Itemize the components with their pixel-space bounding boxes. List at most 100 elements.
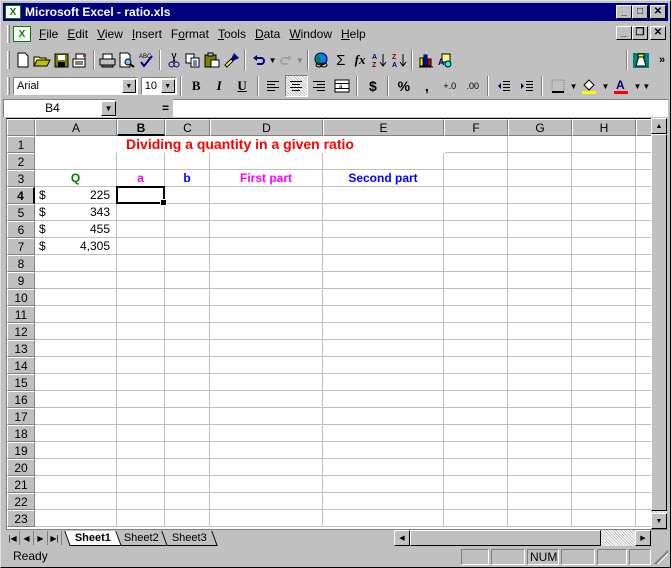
- row-header-7[interactable]: 7: [7, 238, 35, 255]
- save-icon[interactable]: [51, 49, 70, 71]
- toolbar-grip[interactable]: [7, 77, 10, 95]
- cell-f9[interactable]: [444, 272, 508, 289]
- row-header-22[interactable]: 22: [7, 493, 35, 510]
- cell-d21[interactable]: [210, 476, 323, 493]
- cell-d22[interactable]: [210, 493, 323, 510]
- cell-g21[interactable]: [508, 476, 572, 493]
- decrease-decimal-button[interactable]: .00: [461, 75, 484, 97]
- maximize-button[interactable]: □: [632, 5, 648, 19]
- undo-icon[interactable]: [249, 49, 268, 71]
- align-right-icon[interactable]: [308, 75, 331, 97]
- edit-formula-button[interactable]: =: [116, 99, 173, 117]
- cell-i2[interactable]: [636, 153, 651, 170]
- cell-h21[interactable]: [572, 476, 636, 493]
- menu-format[interactable]: Format: [167, 25, 213, 43]
- toolbar-grip[interactable]: [7, 51, 10, 69]
- cell-g15[interactable]: [508, 374, 572, 391]
- cell-c12[interactable]: [165, 323, 210, 340]
- cell-e12[interactable]: [323, 323, 444, 340]
- cell-i3[interactable]: [636, 170, 651, 187]
- cell-b14[interactable]: [117, 357, 165, 374]
- row-header-19[interactable]: 19: [7, 442, 35, 459]
- currency-style-button[interactable]: $: [361, 75, 384, 97]
- cell-a3[interactable]: Q: [35, 170, 117, 187]
- cell-g12[interactable]: [508, 323, 572, 340]
- cell-f10[interactable]: [444, 289, 508, 306]
- cell-i12[interactable]: [636, 323, 651, 340]
- cell-f18[interactable]: [444, 425, 508, 442]
- cell-i14[interactable]: [636, 357, 651, 374]
- cell-g5[interactable]: [508, 204, 572, 221]
- font-color-icon[interactable]: A: [610, 75, 633, 97]
- cell-a13[interactable]: [35, 340, 117, 357]
- cell-h22[interactable]: [572, 493, 636, 510]
- cell-a7[interactable]: $4,305: [35, 238, 117, 255]
- cell-f21[interactable]: [444, 476, 508, 493]
- cell-i10[interactable]: [636, 289, 651, 306]
- cell-e22[interactable]: [323, 493, 444, 510]
- cell-i15[interactable]: [636, 374, 651, 391]
- italic-button[interactable]: I: [208, 75, 231, 97]
- hyperlink-icon[interactable]: [312, 49, 331, 71]
- sort-ascending-icon[interactable]: AZ: [370, 49, 389, 71]
- cell-f6[interactable]: [444, 221, 508, 238]
- cell-e17[interactable]: [323, 408, 444, 425]
- workbook-icon[interactable]: X: [13, 26, 31, 42]
- cell-h10[interactable]: [572, 289, 636, 306]
- first-sheet-button[interactable]: |◀: [6, 531, 20, 545]
- undo-dropdown[interactable]: ▼: [269, 56, 277, 65]
- cell-a9[interactable]: [35, 272, 117, 289]
- cell-b5[interactable]: [117, 204, 165, 221]
- cell-g10[interactable]: [508, 289, 572, 306]
- cell-h12[interactable]: [572, 323, 636, 340]
- next-sheet-button[interactable]: ▶: [34, 531, 48, 545]
- cell-e11[interactable]: [323, 306, 444, 323]
- menu-view[interactable]: View: [93, 25, 127, 43]
- cell-b12[interactable]: [117, 323, 165, 340]
- comma-style-button[interactable]: ,: [415, 75, 438, 97]
- cell-d9[interactable]: [210, 272, 323, 289]
- cell-a5[interactable]: $343: [35, 204, 117, 221]
- cell-b19[interactable]: [117, 442, 165, 459]
- cell-f16[interactable]: [444, 391, 508, 408]
- cell-a19[interactable]: [35, 442, 117, 459]
- cell-e3[interactable]: Second part: [323, 170, 444, 187]
- row-header-8[interactable]: 8: [7, 255, 35, 272]
- cell-d18[interactable]: [210, 425, 323, 442]
- last-sheet-button[interactable]: ▶|: [48, 531, 62, 545]
- doc-restore-button[interactable]: ❐: [632, 26, 648, 40]
- cell-h15[interactable]: [572, 374, 636, 391]
- cell-a22[interactable]: [35, 493, 117, 510]
- cell-i5[interactable]: [636, 204, 651, 221]
- email-icon[interactable]: [71, 49, 90, 71]
- copy-icon[interactable]: [183, 49, 202, 71]
- prev-sheet-button[interactable]: ◀: [20, 531, 34, 545]
- row-header-13[interactable]: 13: [7, 340, 35, 357]
- cell-d2[interactable]: [210, 153, 323, 170]
- cell-f5[interactable]: [444, 204, 508, 221]
- cell-f17[interactable]: [444, 408, 508, 425]
- menu-tools[interactable]: Tools: [214, 25, 250, 43]
- vertical-scrollbar[interactable]: ▲ ▼: [651, 118, 667, 529]
- cell-h7[interactable]: [572, 238, 636, 255]
- cell-g13[interactable]: [508, 340, 572, 357]
- cell-b9[interactable]: [117, 272, 165, 289]
- font-name-select[interactable]: Arial ▼: [13, 77, 138, 95]
- scroll-right-button[interactable]: ▶: [635, 530, 651, 546]
- sort-descending-icon[interactable]: ZA: [389, 49, 408, 71]
- cell-a6[interactable]: $455: [35, 221, 117, 238]
- cell-g20[interactable]: [508, 459, 572, 476]
- column-header-h[interactable]: H: [572, 119, 636, 136]
- cell-a16[interactable]: [35, 391, 117, 408]
- formula-input[interactable]: [173, 98, 668, 117]
- row-header-9[interactable]: 9: [7, 272, 35, 289]
- column-header-c[interactable]: C: [165, 119, 210, 136]
- name-box[interactable]: B4 ▼: [3, 98, 116, 117]
- horizontal-scroll-rest[interactable]: [601, 530, 635, 546]
- cell-h6[interactable]: [572, 221, 636, 238]
- redo-dropdown[interactable]: ▼: [296, 56, 304, 65]
- row-header-15[interactable]: 15: [7, 374, 35, 391]
- cell-c10[interactable]: [165, 289, 210, 306]
- percent-style-button[interactable]: %: [392, 75, 415, 97]
- cell-i13[interactable]: [636, 340, 651, 357]
